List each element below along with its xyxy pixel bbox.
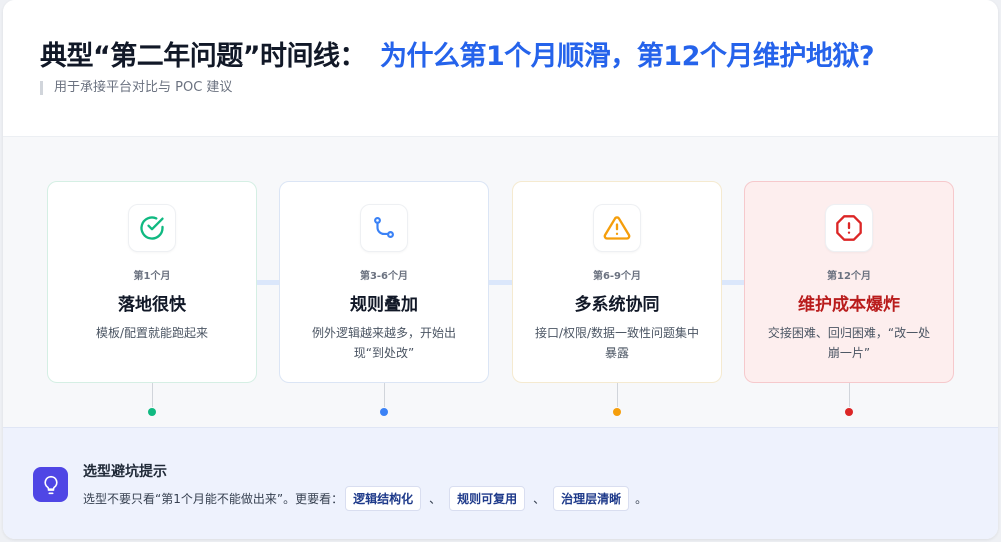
tip-title: 选型避坑提示 [83, 464, 167, 480]
timeline-dot-amber [613, 408, 621, 416]
timeline-dot-green [148, 408, 156, 416]
tip-end: 。 [635, 492, 648, 506]
branch-icon [360, 204, 408, 252]
stage-card-month-3-6: 第3-6个月 规则叠加 例外逻辑越来越多，开始出现“到处改” [279, 181, 489, 383]
page-title: 典型“第二年问题”时间线： 为什么第1个月顺滑，第12个月维护地狱? [40, 34, 875, 73]
page-subtitle: 用于承接平台对比与 POC 建议 [40, 81, 232, 95]
check-circle-icon [128, 204, 176, 252]
timeline-stem [849, 383, 850, 407]
stage-card-month-6-9: 第6-9个月 多系统协同 接口/权限/数据一致性问题集中暴露 [512, 181, 722, 383]
page-frame: 典型“第二年问题”时间线： 为什么第1个月顺滑，第12个月维护地狱? 用于承接平台… [3, 0, 998, 539]
stage-card-month-12: 第12个月 维护成本爆炸 交接困难、回归困难，“改一处崩一片” [744, 181, 954, 383]
chip-governance-clear: 治理层清晰 [553, 486, 630, 511]
title-main: 典型“第二年问题”时间线： [40, 41, 367, 72]
stage-period: 第12个月 [827, 271, 871, 282]
stage-period: 第6-9个月 [592, 271, 642, 282]
chip-separator: 、 [429, 492, 442, 506]
stage-card-month-1: 第1个月 落地很快 模板/配置就能跑起来 [47, 181, 257, 383]
stage-desc: 接口/权限/数据一致性问题集中暴露 [534, 326, 700, 360]
timeline-stem [152, 383, 153, 407]
timeline-dot-blue [380, 408, 388, 416]
chip-separator: 、 [533, 492, 546, 506]
stage-desc: 模板/配置就能跑起来 [95, 326, 209, 340]
header: 典型“第二年问题”时间线： 为什么第1个月顺滑，第12个月维护地狱? 用于承接平台… [3, 0, 998, 137]
timeline-stem [384, 383, 385, 407]
stage-desc: 交接困难、回归困难，“改一处崩一片” [767, 326, 931, 360]
stage-period: 第3-6个月 [359, 271, 409, 282]
tip-panel: 选型避坑提示 选型不要只看“第1个月能不能做出来”。更要看： 逻辑结构化 、 规… [3, 427, 998, 539]
chip-logic-structured: 逻辑结构化 [345, 486, 422, 511]
timeline-section: 第1个月 落地很快 模板/配置就能跑起来 第3-6个月 规则叠加 例外逻辑越来越… [3, 137, 998, 427]
alert-octagon-icon [825, 204, 873, 252]
stage-period: 第1个月 [133, 271, 171, 282]
timeline-stem [617, 383, 618, 407]
tip-prefix: 选型不要只看“第1个月能不能做出来”。更要看： [83, 492, 344, 506]
chip-rules-reusable: 规则可复用 [449, 486, 526, 511]
warning-triangle-icon [593, 204, 641, 252]
stage-desc: 例外逻辑越来越多，开始出现“到处改” [311, 326, 456, 360]
timeline-dot-red [845, 408, 853, 416]
lightbulb-icon [33, 467, 68, 502]
tip-text: 选型不要只看“第1个月能不能做出来”。更要看： 逻辑结构化 、 规则可复用 、 … [83, 486, 647, 511]
stage-title: 落地很快 [118, 295, 186, 315]
stage-title: 多系统协同 [574, 295, 660, 315]
stage-title: 维护成本爆炸 [798, 295, 900, 315]
stage-title: 规则叠加 [350, 295, 418, 315]
title-question: 为什么第1个月顺滑，第12个月维护地狱? [380, 41, 875, 72]
